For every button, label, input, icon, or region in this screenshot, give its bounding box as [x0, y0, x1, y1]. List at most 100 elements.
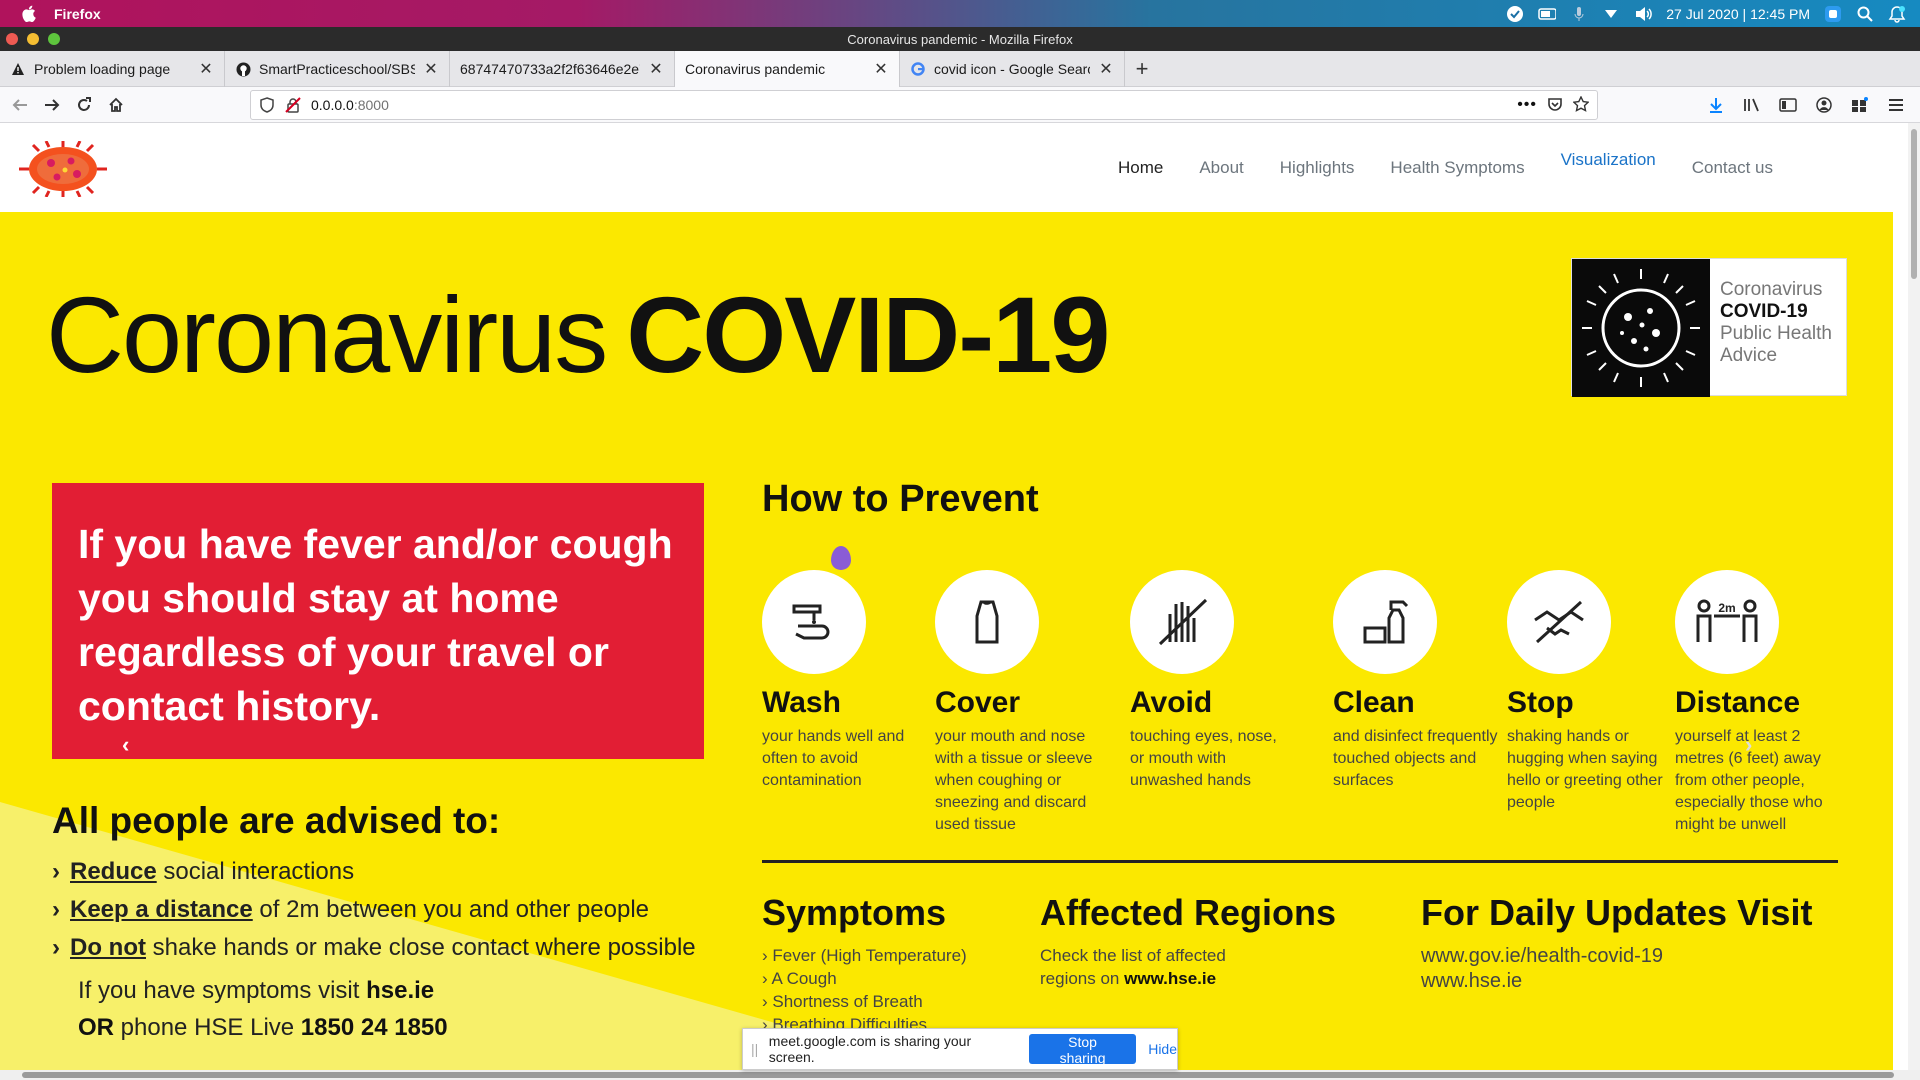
bookmark-star-icon[interactable]: [1572, 94, 1590, 115]
back-arrow-icon[interactable]: [4, 91, 36, 119]
nav-contact[interactable]: Contact us: [1692, 158, 1773, 178]
list-item: › A Cough: [762, 969, 837, 988]
hero-carousel-slide: Coronavirus COVID-19 Coronavirus COVID-19: [0, 212, 1893, 1070]
stop-sharing-button[interactable]: Stop sharing: [1028, 1034, 1137, 1066]
system-top-bar: Firefox 27 Jul 2020 | 12:45 PM: [0, 0, 1920, 27]
tab-image[interactable]: 68747470733a2f2f63646e2e7 ✕: [450, 51, 675, 87]
mic-icon[interactable]: [1570, 5, 1588, 23]
insecure-lock-icon[interactable]: [283, 95, 303, 115]
updates-section: For Daily Updates Visit www.gov.ie/healt…: [1421, 892, 1812, 994]
advice-text: social interactions: [156, 858, 355, 885]
navigation-toolbar: 0.0.0.0:8000 •••: [0, 87, 1920, 123]
symptom-text: A Cough: [771, 969, 837, 988]
scrollbar-thumb[interactable]: [1911, 129, 1917, 279]
tab-github[interactable]: SmartPracticeschool/SBSP ✕: [225, 51, 450, 87]
nav-about[interactable]: About: [1199, 158, 1243, 178]
carousel-next-icon[interactable]: ›: [1745, 732, 1752, 758]
updates-link: www.hse.ie: [1421, 970, 1523, 992]
nav-highlights[interactable]: Highlights: [1280, 158, 1355, 178]
nav-visualization[interactable]: Visualization: [1561, 150, 1656, 170]
check-circle-icon[interactable]: [1506, 5, 1524, 23]
advice-keyword: Keep a distance: [70, 896, 253, 923]
window-controls: [6, 33, 60, 45]
list-item: › Do not shake hands or make close contac…: [52, 934, 696, 961]
nav-home[interactable]: Home: [1118, 158, 1163, 178]
advice-list: › Reduce social interactions › Keep a dist…: [52, 858, 696, 962]
symptom-text: Shortness of Breath: [772, 992, 923, 1011]
horizontal-scrollbar[interactable]: [0, 1070, 1920, 1080]
url-text[interactable]: 0.0.0.0:8000: [311, 97, 389, 113]
prevent-item-title: Wash: [762, 686, 841, 719]
close-icon[interactable]: ✕: [873, 61, 889, 78]
close-icon[interactable]: ✕: [423, 61, 439, 78]
volume-icon[interactable]: [1634, 5, 1653, 23]
tab-google-search[interactable]: covid icon - Google Search ✕: [900, 51, 1125, 87]
prevent-avoid: Avoid touching eyes, nose, or mouth with…: [1130, 570, 1295, 792]
prevent-item-title: Avoid: [1130, 686, 1213, 719]
badge-line1: Coronavirus: [1720, 279, 1823, 300]
hamburger-menu-icon[interactable]: [1880, 91, 1912, 119]
list-item: › Fever (High Temperature): [762, 946, 967, 965]
screen-share-notice: || meet.google.com is sharing your scree…: [742, 1028, 1178, 1070]
tab-title: 68747470733a2f2f63646e2e7: [460, 61, 640, 77]
extensions-icon[interactable]: [1844, 91, 1876, 119]
apple-icon[interactable]: [19, 5, 37, 23]
reload-icon[interactable]: [68, 91, 100, 119]
tab-coronavirus-pandemic[interactable]: Coronavirus pandemic ✕: [675, 51, 900, 87]
close-icon[interactable]: ✕: [198, 61, 214, 78]
updates-links: www.gov.ie/health-covid-19 www.hse.ie: [1421, 944, 1812, 994]
scrollbar-thumb[interactable]: [22, 1072, 1894, 1078]
url-bar[interactable]: 0.0.0.0:8000 •••: [250, 90, 1598, 120]
virus-logo-icon[interactable]: [15, 140, 111, 198]
tracking-shield-icon[interactable]: [257, 95, 277, 115]
prevent-item-desc: and disinfect frequently touched objects…: [1333, 728, 1498, 789]
sidebar-icon[interactable]: [1772, 91, 1804, 119]
advice-text: shake hands or make close contact where …: [145, 934, 696, 961]
download-icon[interactable]: [1700, 91, 1732, 119]
network-dropdown-icon[interactable]: [1602, 5, 1620, 23]
section-divider: [762, 860, 1838, 863]
prevent-stop: Stop shaking hands or hugging when sayin…: [1507, 570, 1672, 814]
list-item: › Shortness of Breath: [762, 992, 923, 1011]
carousel-prev-icon[interactable]: ‹: [122, 732, 129, 758]
clock-datetime[interactable]: 27 Jul 2020 | 12:45 PM: [1666, 6, 1810, 22]
pocket-icon[interactable]: [1547, 96, 1563, 115]
close-icon[interactable]: ✕: [1098, 61, 1114, 78]
symptoms-section: Symptoms › Fever (High Temperature) › A …: [762, 892, 967, 1036]
tab-title: covid icon - Google Search: [934, 61, 1090, 77]
hse-site: hse.ie: [366, 977, 435, 1004]
symptoms-list: › Fever (High Temperature) › A Cough › S…: [762, 944, 967, 1036]
prevent-item-desc: your hands well and often to avoid conta…: [762, 728, 905, 789]
close-icon[interactable]: ✕: [648, 61, 664, 78]
account-icon[interactable]: [1808, 91, 1840, 119]
github-icon: [235, 61, 251, 77]
close-window-icon[interactable]: [6, 33, 18, 45]
badge-text: Coronavirus COVID-19 Public Health Advic…: [1720, 279, 1832, 367]
updates-title: For Daily Updates Visit: [1421, 892, 1813, 933]
home-icon[interactable]: [100, 91, 132, 119]
hide-link[interactable]: Hide: [1148, 1041, 1177, 1057]
drag-handle-icon[interactable]: ||: [751, 1041, 765, 1057]
search-icon[interactable]: [1856, 5, 1874, 23]
page-actions-menu-icon[interactable]: •••: [1517, 96, 1537, 114]
app-badge-icon[interactable]: [1824, 5, 1842, 23]
library-icon[interactable]: [1736, 91, 1768, 119]
active-app-name[interactable]: Firefox: [54, 6, 101, 22]
tab-problem-loading[interactable]: Problem loading page ✕: [0, 51, 225, 87]
url-bar-actions: •••: [1517, 91, 1590, 119]
minimize-window-icon[interactable]: [27, 33, 39, 45]
maximize-window-icon[interactable]: [48, 33, 60, 45]
forward-arrow-icon[interactable]: [36, 91, 68, 119]
prevent-item-desc: shaking hands or hugging when saying hel…: [1507, 728, 1663, 811]
new-tab-button[interactable]: +: [1125, 51, 1159, 86]
vertical-scrollbar[interactable]: [1908, 123, 1920, 1070]
regions-text: Check the list of affected regions on ww…: [1040, 944, 1240, 990]
nav-health-symptoms[interactable]: Health Symptoms: [1390, 158, 1524, 178]
web-page: Home About Highlights Health Symptoms Vi…: [0, 123, 1893, 1070]
notification-bell-icon[interactable]: [1888, 5, 1906, 23]
advice-keyword: Reduce: [70, 858, 157, 885]
battery-icon[interactable]: [1538, 5, 1557, 23]
url-host: 0.0.0.0: [311, 97, 354, 113]
hse-contact: If you have symptoms visit hse.ie OR pho…: [78, 972, 696, 1046]
hand-wash-icon: [762, 570, 866, 674]
